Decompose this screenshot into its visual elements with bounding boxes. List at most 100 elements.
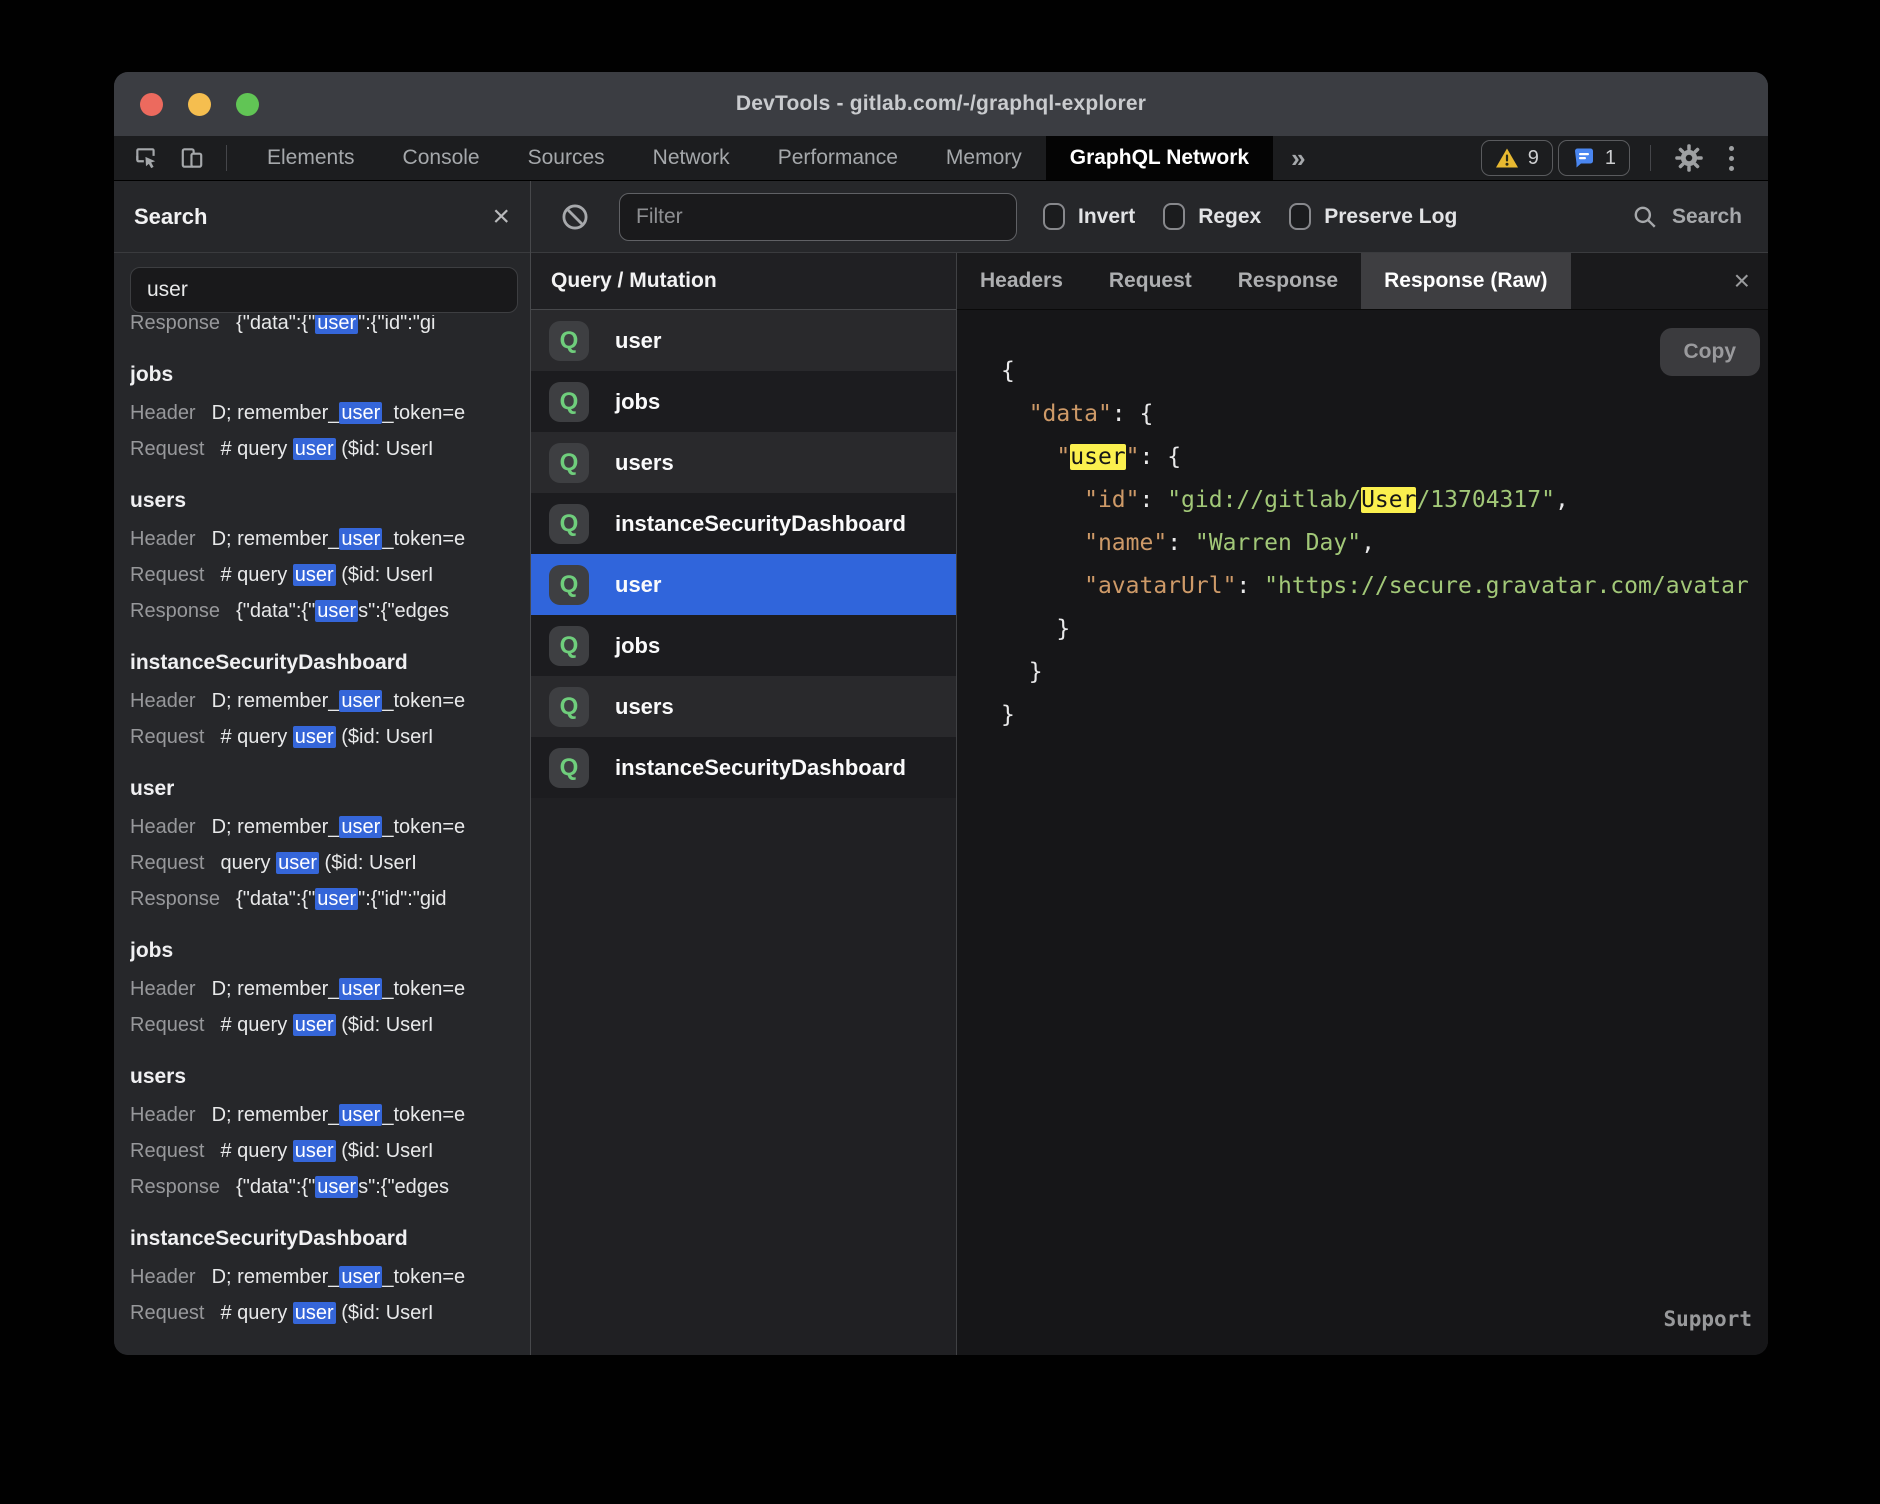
result-text: _token=e	[382, 978, 465, 1000]
result-text: D; remember_	[212, 816, 340, 838]
search-result-group: usersHeaderD; remember_user_token=eReque…	[130, 481, 522, 629]
query-list-item-users[interactable]: Qusers	[531, 432, 956, 493]
tab-console[interactable]: Console	[379, 136, 504, 180]
detail-tab-response-raw[interactable]: Response (Raw)	[1361, 253, 1570, 309]
detail-tab-response[interactable]: Response	[1215, 253, 1361, 309]
search-input[interactable]	[130, 267, 518, 313]
result-line-value: query user ($id: UserI	[221, 845, 417, 881]
search-result-line[interactable]: HeaderD; remember_user_token=e	[130, 971, 522, 1007]
json-token: "avatarUrl"	[1084, 573, 1236, 599]
detail-tab-headers[interactable]: Headers	[957, 253, 1086, 309]
search-result-line[interactable]: Request# query user ($id: UserI	[130, 557, 522, 593]
result-text: ":{"id":"gi	[358, 315, 435, 334]
filter-checkboxes: Invert Regex Preserve Log	[1043, 203, 1457, 230]
query-list-item-user[interactable]: Quser	[531, 554, 956, 615]
tab-memory[interactable]: Memory	[922, 136, 1046, 180]
result-line-value: {"data":{"user":{"id":"gi	[236, 315, 435, 341]
inspect-element-icon[interactable]	[128, 141, 164, 175]
search-result-line[interactable]: Request# query user ($id: UserI	[130, 1295, 522, 1331]
result-line-value: # query user ($id: UserI	[221, 1295, 434, 1331]
tab-elements[interactable]: Elements	[243, 136, 379, 180]
search-result-line[interactable]: HeaderD; remember_user_token=e	[130, 395, 522, 431]
tab-network[interactable]: Network	[629, 136, 754, 180]
query-list-item-instancesecuritydashboard[interactable]: QinstanceSecurityDashboard	[531, 493, 956, 554]
json-line: "name": "Warren Day",	[1001, 522, 1768, 565]
result-text: # query	[221, 1302, 293, 1324]
issues-badge[interactable]: 1	[1558, 140, 1630, 176]
search-result-line[interactable]: Request# query user ($id: UserI	[130, 431, 522, 467]
search-result-line[interactable]: Response{"data":{"user":{"id":"gi	[130, 315, 435, 341]
search-result-line[interactable]: Response{"data":{"users":{"edges	[130, 1169, 522, 1205]
query-list-item-users[interactable]: Qusers	[531, 676, 956, 737]
search-result-line[interactable]: Request# query user ($id: UserI	[130, 719, 522, 755]
search-result-line[interactable]: Request# query user ($id: UserI	[130, 1007, 522, 1043]
search-match-highlight: user	[293, 1014, 336, 1036]
warnings-badge[interactable]: 9	[1481, 140, 1553, 176]
result-text: ($id: UserI	[336, 564, 434, 586]
minimize-window-button[interactable]	[188, 93, 211, 116]
detail-tab-request[interactable]: Request	[1086, 253, 1215, 309]
clear-icon[interactable]	[557, 200, 593, 234]
query-type-icon: Q	[549, 687, 589, 727]
json-token: {	[1140, 401, 1154, 427]
search-result-line[interactable]: Response{"data":{"users":{"edges	[130, 593, 522, 629]
support-link[interactable]: Support	[1663, 1298, 1752, 1341]
more-tabs-chevron-icon[interactable]: »	[1273, 136, 1323, 180]
query-item-label: user	[615, 328, 661, 354]
query-item-label: instanceSecurityDashboard	[615, 511, 906, 537]
search-result-group-title: instanceSecurityDashboard	[130, 1219, 522, 1259]
search-result-line[interactable]: Requestquery user ($id: UserI	[130, 845, 522, 881]
close-detail-icon[interactable]: ×	[1734, 267, 1750, 295]
close-window-button[interactable]	[140, 93, 163, 116]
result-line-label: Request	[130, 719, 205, 755]
result-text: ":{"id":"gid	[358, 888, 446, 910]
result-text: ($id: UserI	[336, 726, 434, 748]
device-toolbar-icon[interactable]	[174, 141, 210, 175]
search-result-line[interactable]: Request# query user ($id: UserI	[130, 1133, 522, 1169]
title-bar: DevTools - gitlab.com/-/graphql-explorer	[114, 72, 1768, 136]
query-type-icon: Q	[549, 443, 589, 483]
copy-button[interactable]: Copy	[1660, 328, 1761, 376]
search-result-group-title: users	[130, 481, 522, 521]
controls-divider	[1650, 145, 1651, 171]
query-type-icon: Q	[549, 504, 589, 544]
result-text: # query	[221, 564, 293, 586]
tab-graphql-network[interactable]: GraphQL Network	[1046, 136, 1273, 180]
gear-icon[interactable]	[1671, 141, 1707, 175]
search-result-group: usersHeaderD; remember_user_token=eReque…	[130, 1057, 522, 1205]
search-result-line[interactable]: HeaderD; remember_user_token=e	[130, 521, 522, 557]
invert-checkbox-label: Invert	[1078, 205, 1135, 229]
result-line-value: D; remember_user_token=e	[212, 683, 466, 719]
query-type-icon: Q	[549, 565, 589, 605]
result-line-value: # query user ($id: UserI	[221, 431, 434, 467]
invert-checkbox[interactable]: Invert	[1043, 203, 1135, 230]
kebab-menu-icon[interactable]	[1721, 146, 1742, 171]
json-line: }	[1001, 608, 1768, 651]
result-text: _token=e	[382, 1104, 465, 1126]
result-line-label: Header	[130, 1259, 196, 1295]
tab-sources[interactable]: Sources	[504, 136, 629, 180]
result-text: ($id: UserI	[336, 438, 434, 460]
search-result-line[interactable]: HeaderD; remember_user_token=e	[130, 809, 522, 845]
result-line-label: Header	[130, 1097, 196, 1133]
maximize-window-button[interactable]	[236, 93, 259, 116]
result-line-label: Response	[130, 593, 220, 629]
tab-performance[interactable]: Performance	[754, 136, 922, 180]
response-raw-view: Copy { "data": { "user": { "id": "gid://…	[957, 310, 1768, 1355]
preserve-log-checkbox[interactable]: Preserve Log	[1289, 203, 1457, 230]
query-list-item-jobs[interactable]: Qjobs	[531, 615, 956, 676]
search-result-line[interactable]: HeaderD; remember_user_token=e	[130, 1259, 522, 1295]
query-list-item-instancesecuritydashboard[interactable]: QinstanceSecurityDashboard	[531, 737, 956, 798]
search-toggle[interactable]: Search	[1632, 204, 1742, 230]
search-result-group-title: instanceSecurityDashboard	[130, 643, 522, 683]
close-search-panel-icon[interactable]: ×	[492, 202, 510, 232]
query-list-item-jobs[interactable]: Qjobs	[531, 371, 956, 432]
result-line-label: Header	[130, 395, 196, 431]
search-result-line[interactable]: HeaderD; remember_user_token=e	[130, 1097, 522, 1133]
query-list-item-user[interactable]: Quser	[531, 310, 956, 371]
search-result-line[interactable]: HeaderD; remember_user_token=e	[130, 683, 522, 719]
search-match-highlight: user	[293, 1302, 336, 1324]
search-result-line[interactable]: Response{"data":{"user":{"id":"gid	[130, 881, 522, 917]
regex-checkbox[interactable]: Regex	[1163, 203, 1261, 230]
filter-input[interactable]	[619, 193, 1017, 241]
